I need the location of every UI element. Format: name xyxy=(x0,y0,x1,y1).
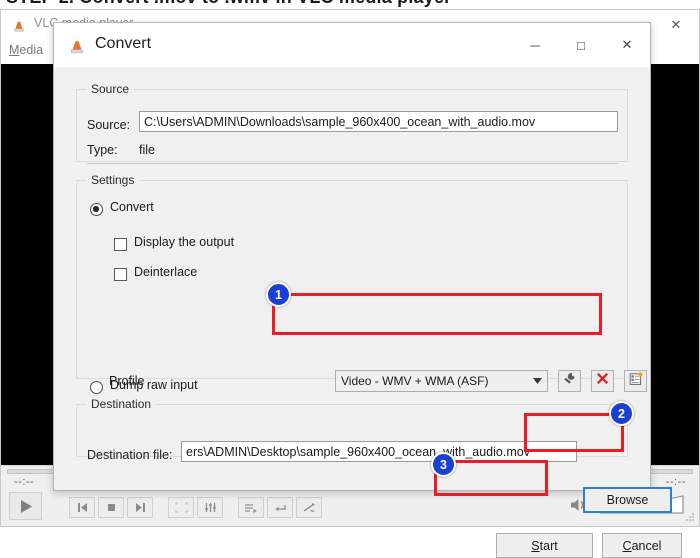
display-output-checkbox[interactable] xyxy=(114,238,127,251)
source-label: Source: xyxy=(87,118,131,132)
type-label: Type: xyxy=(87,143,118,157)
deinterlace-checkbox[interactable] xyxy=(114,268,127,281)
dialog-title: Convert xyxy=(95,35,152,52)
destination-file-input[interactable]: ers\ADMIN\Desktop\sample_960x400_ocean_w… xyxy=(181,441,577,462)
source-input[interactable]: C:\Users\ADMIN\Downloads\sample_960x400_… xyxy=(139,111,618,132)
convert-radio-label[interactable]: Convert xyxy=(110,200,154,214)
dump-raw-radio[interactable] xyxy=(90,381,103,394)
source-divider xyxy=(87,163,618,164)
page-heading-cutoff: STEP 2. Convert .mov to .wmv in VLC medi… xyxy=(6,0,451,8)
start-rest-text: tart xyxy=(539,538,558,553)
vlc-cone-icon xyxy=(67,35,87,55)
cancel-button[interactable]: Cancel xyxy=(602,533,682,558)
cancel-button-label: Cancel xyxy=(623,539,662,553)
annotation-badge-2: 2 xyxy=(609,401,634,426)
random-button[interactable] xyxy=(296,496,322,518)
time-elapsed[interactable]: --:-- xyxy=(14,476,34,488)
wrench-icon xyxy=(563,372,576,390)
destination-group-title: Destination xyxy=(86,397,157,411)
resize-grip[interactable] xyxy=(686,513,695,522)
extended-settings-button[interactable] xyxy=(197,496,223,518)
red-x-icon xyxy=(596,372,609,390)
playlist-button[interactable] xyxy=(238,496,264,518)
dialog-minimize-button[interactable]: ─ xyxy=(512,23,558,67)
start-accel-char: S xyxy=(531,538,540,553)
chevron-down-icon xyxy=(527,378,547,384)
loop-button[interactable] xyxy=(267,496,293,518)
settings-group: Settings xyxy=(76,173,628,379)
menu-item-media[interactable]: Media xyxy=(9,43,43,57)
dialog-body: Source Source: C:\Users\ADMIN\Downloads\… xyxy=(54,67,682,558)
type-value: file xyxy=(139,143,155,157)
source-group-title: Source xyxy=(86,82,135,96)
new-profile-button[interactable] xyxy=(624,370,647,392)
annotation-badge-1: 1 xyxy=(266,282,291,307)
fullscreen-button[interactable] xyxy=(168,496,194,518)
cancel-accel-char: C xyxy=(622,538,632,553)
delete-profile-button[interactable] xyxy=(591,370,614,392)
dialog-close-button[interactable]: ✕ xyxy=(604,23,650,67)
next-button[interactable] xyxy=(127,496,153,518)
cancel-rest-text: ancel xyxy=(631,538,662,553)
convert-dialog: Convert ─ □ ✕ Source Source: C:\Users\AD… xyxy=(53,22,682,558)
profile-selected-value: Video - WMV + WMA (ASF) xyxy=(341,374,489,388)
vlc-cone-icon xyxy=(11,17,27,33)
display-output-label[interactable]: Display the output xyxy=(134,235,234,249)
browse-button[interactable]: Browse xyxy=(583,487,672,513)
play-button[interactable] xyxy=(9,492,42,520)
edit-profile-button[interactable] xyxy=(558,370,581,392)
annotation-badge-3: 3 xyxy=(431,452,456,477)
page-heading-strip: STEP 2. Convert .mov to .wmv in VLC medi… xyxy=(0,0,700,9)
settings-group-title: Settings xyxy=(86,173,140,187)
deinterlace-label[interactable]: Deinterlace xyxy=(134,265,197,279)
profile-select[interactable]: Video - WMV + WMA (ASF) xyxy=(335,370,548,392)
dialog-titlebar: Convert ─ □ ✕ xyxy=(54,23,650,67)
stop-button[interactable] xyxy=(98,496,124,518)
control-spacer xyxy=(156,507,168,508)
dump-raw-label[interactable]: Dump raw input xyxy=(110,378,198,392)
destination-file-label: Destination file: xyxy=(87,448,173,462)
previous-button[interactable] xyxy=(69,496,95,518)
dialog-maximize-button[interactable]: □ xyxy=(558,23,604,67)
control-spacer-2 xyxy=(226,507,238,508)
start-button-label: Start xyxy=(531,539,557,553)
start-button[interactable]: Start xyxy=(496,533,593,558)
vlc-close-button[interactable]: ✕ xyxy=(653,10,699,40)
convert-radio[interactable] xyxy=(90,203,103,216)
new-profile-icon xyxy=(629,371,643,391)
